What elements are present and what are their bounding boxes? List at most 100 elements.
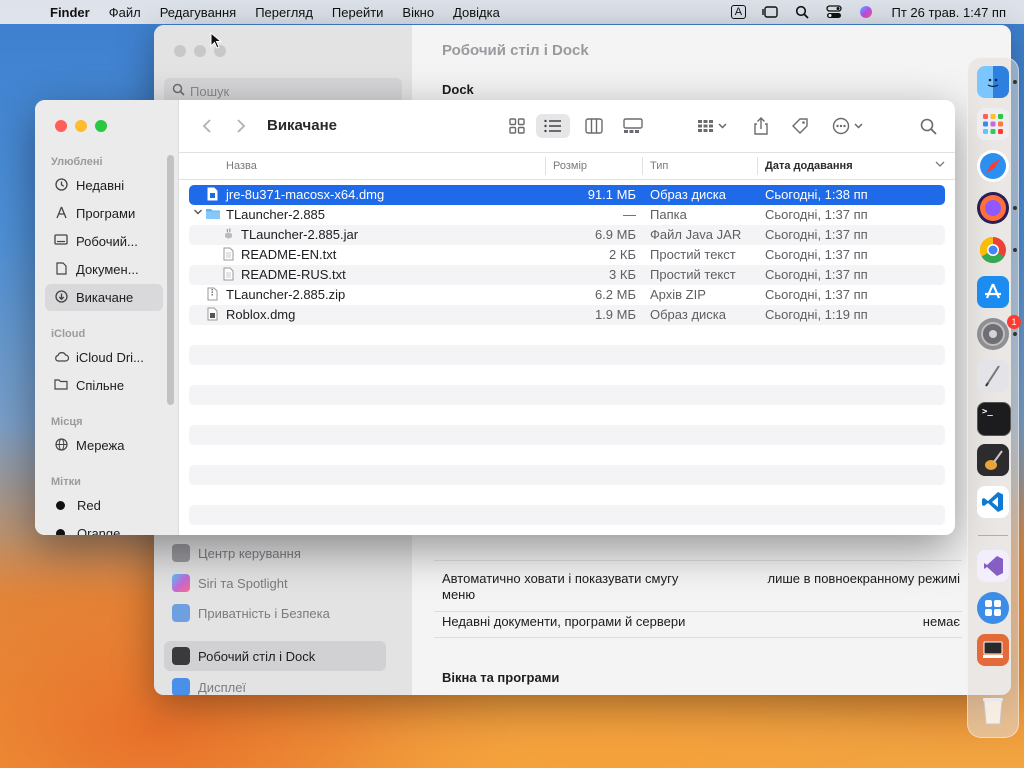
menu-help[interactable]: Довідка [453,5,500,20]
column-view-button[interactable] [581,114,607,138]
firefox-icon[interactable] [977,192,1009,224]
sort-chevron-icon[interactable] [935,159,945,171]
menu-view[interactable]: Перегляд [255,5,313,20]
forward-button[interactable] [229,114,253,138]
visual-studio-icon[interactable] [977,550,1009,582]
close-button[interactable] [55,120,67,132]
stage-manager-icon[interactable] [759,4,781,20]
recent-items-value[interactable]: немає [923,614,960,629]
file-size: 6.9 МБ [594,227,636,242]
file-name: TLauncher-2.885.zip [226,287,346,302]
share-button[interactable] [749,114,773,138]
sidebar-item-documents[interactable]: Докумен... [45,256,163,283]
sidebar-item-siri[interactable]: Siri та Spotlight [164,569,386,597]
recent-items-row[interactable]: Недавні документи, програми й сервери не… [434,611,962,638]
chrome-icon[interactable] [977,234,1009,266]
file-date: Сьогодні, 1:38 пп [765,187,868,202]
sidebar-scrollbar[interactable] [167,155,174,405]
menu-app-name[interactable]: Finder [50,5,90,20]
menu-edit[interactable]: Редагування [160,5,237,20]
group-button[interactable] [693,114,733,138]
empty-row [189,385,945,405]
file-kind: Образ диска [650,187,726,202]
sidebar-item-applications[interactable]: Програми [45,200,163,227]
sidebar-item-desktop-dock[interactable]: Робочий стіл і Dock [164,641,386,671]
system-settings-icon[interactable]: 1 [977,315,1021,350]
menu-file[interactable]: Файл [109,5,141,20]
disclosure-chevron-icon[interactable] [193,207,203,220]
sidebar-item-label: Red [77,498,101,513]
search-icon [172,83,185,99]
icloud-header: iCloud [51,328,86,340]
script-editor-icon[interactable] [977,360,1009,392]
sidebar-item-icloud-drive[interactable]: iCloud Dri... [45,344,163,371]
column-separator[interactable] [757,157,758,175]
disk-image-icon [207,307,219,322]
gallery-view-button[interactable] [619,114,647,138]
app-icon[interactable] [977,592,1009,624]
file-row[interactable]: README-EN.txt 2 КБ Простий текст Сьогодн… [189,245,945,265]
terminal-icon[interactable]: >_ [977,402,1011,436]
sidebar-item-tag-orange[interactable]: Orange [45,520,163,535]
file-row[interactable]: TLauncher-2.885.zip 6.2 МБ Архів ZIP Сьо… [189,285,945,305]
column-kind-header[interactable]: Тип [650,160,668,172]
sidebar-item-network[interactable]: Мережа [45,432,163,459]
sidebar-item-recents[interactable]: Недавні [45,172,163,199]
input-source-icon[interactable]: A [727,4,749,20]
sidebar-item-control-center[interactable]: Центр керування [164,539,386,567]
sidebar-item-displays[interactable]: Дисплеї [164,673,386,695]
sidebar-item-downloads[interactable]: Викачане [45,284,163,311]
back-button[interactable] [195,114,219,138]
list-view-button[interactable] [536,114,570,138]
column-date-header[interactable]: Дата додавання [765,160,853,172]
file-kind: Папка [650,207,687,222]
sidebar-item-label: iCloud Dri... [76,350,144,365]
document-icon [53,261,69,278]
zoom-button[interactable] [95,120,107,132]
empty-row [189,405,945,425]
file-name: README-EN.txt [241,247,337,262]
sidebar-item-desktop[interactable]: Робочий... [45,228,163,255]
sidebar-item-privacy[interactable]: Приватність і Безпека [164,599,386,627]
column-name-header[interactable]: Назва [226,160,257,172]
siri-icon [172,574,190,592]
search-button[interactable] [914,114,942,138]
finder-icon[interactable] [977,66,1009,98]
sidebar-item-label: Недавні [76,178,125,193]
launchpad-icon[interactable] [977,108,1009,140]
minimize-button[interactable] [75,120,87,132]
file-row[interactable]: TLauncher-2.885 — Папка Сьогодні, 1:37 п… [189,205,945,225]
file-row[interactable]: jre-8u371-macosx-x64.dmg 91.1 МБ Образ д… [189,185,945,205]
column-separator[interactable] [545,157,546,175]
remote-desktop-icon[interactable] [977,634,1009,666]
menu-bar: Finder Файл Редагування Перегляд Перейти… [0,0,1024,24]
icon-view-button[interactable] [504,114,530,138]
vscode-icon[interactable] [977,486,1009,518]
file-row[interactable]: README-RUS.txt 3 КБ Простий текст Сьогод… [189,265,945,285]
garageband-icon[interactable] [977,444,1009,476]
action-menu-button[interactable] [829,114,869,138]
control-center-icon[interactable] [823,4,845,20]
siri-icon[interactable] [855,4,877,20]
file-name: TLauncher-2.885.jar [241,227,359,242]
file-row[interactable]: Roblox.dmg 1.9 МБ Образ диска Сьогодні, … [189,305,945,325]
minimize-button[interactable] [194,45,206,57]
safari-icon[interactable] [977,150,1009,182]
close-button[interactable] [174,45,186,57]
sidebar-item-shared[interactable]: Спільне [45,372,163,399]
spotlight-icon[interactable] [791,4,813,20]
autohide-menubar-row[interactable]: Автоматично ховати і показувати смугу ме… [434,560,962,612]
sidebar-item-tag-red[interactable]: Red [45,492,163,519]
column-size-header[interactable]: Розмір [553,160,587,172]
tag-button[interactable] [787,114,813,138]
menu-window[interactable]: Вікно [402,5,434,20]
file-row[interactable]: TLauncher-2.885.jar 6.9 МБ Файл Java JAR… [189,225,945,245]
menu-go[interactable]: Перейти [332,5,384,20]
file-size: 1.9 МБ [594,307,636,322]
autohide-menubar-value[interactable]: лише в повноекранному режимі [768,571,960,586]
trash-icon[interactable] [977,694,1009,726]
menu-clock[interactable]: Пт 26 трав. 1:47 пп [891,5,1006,20]
app-store-icon[interactable] [977,276,1009,308]
column-separator[interactable] [642,157,643,175]
sidebar-item-label: Мережа [76,438,125,453]
